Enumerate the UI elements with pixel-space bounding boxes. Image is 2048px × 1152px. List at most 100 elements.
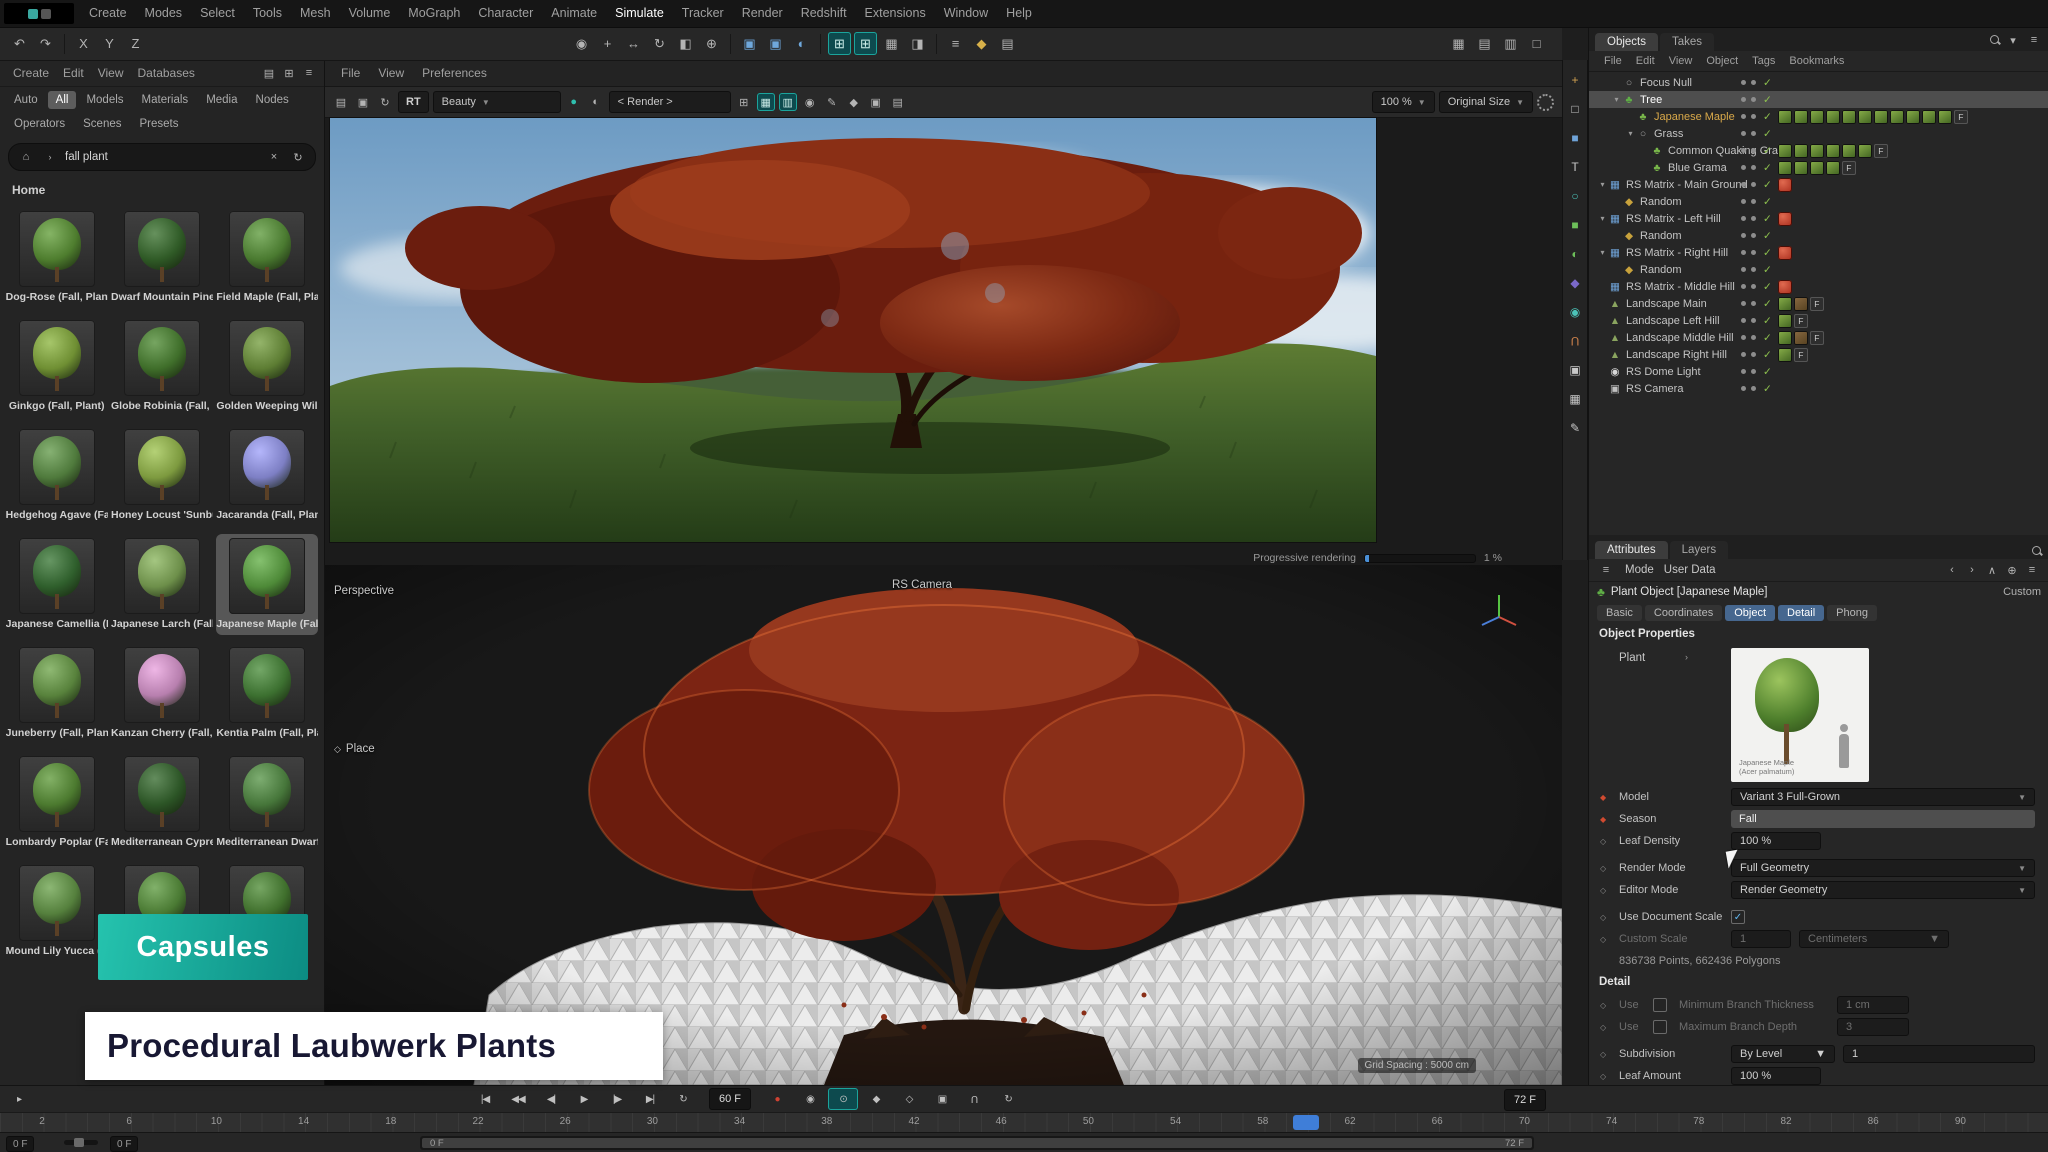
material-swatch[interactable] [1906,110,1920,124]
play-button[interactable]: ▶ [569,1088,599,1110]
redshift-material-swatch[interactable] [1778,246,1792,260]
animation-marker-icon[interactable]: ◇ [1600,935,1606,944]
object-row[interactable]: ▾▦RS Matrix - Left Hill✓ [1589,210,2048,227]
texture-tag-swatch[interactable] [1778,348,1792,362]
object-row[interactable]: ○Focus Null✓ [1589,74,2048,91]
menu-create[interactable]: Create [80,0,136,27]
attr-tab-coordinates[interactable]: Coordinates [1645,605,1722,621]
floor-grid-icon[interactable]: ▦ [1565,389,1585,409]
material-swatch[interactable] [1842,144,1856,158]
expand-toggle-icon[interactable]: ▾ [1597,214,1608,223]
object-row[interactable]: ▾▦RS Matrix - Right Hill✓ [1589,244,2048,261]
grid-toggle-icon[interactable]: ▦ [880,32,903,55]
enabled-check-icon[interactable]: ✓ [1763,298,1772,310]
editor-visibility-dot[interactable] [1741,318,1746,323]
animation-marker-icon[interactable]: ◇ [1600,864,1606,873]
om-menu-file[interactable]: File [1597,51,1629,71]
render-visibility-dot[interactable] [1751,114,1756,119]
clear-search-icon[interactable]: × [265,148,283,166]
move-axis-icon[interactable]: + [1565,70,1585,90]
enabled-check-icon[interactable]: ✓ [1763,315,1772,327]
keyframe-icon[interactable]: ◆ [970,32,993,55]
subdivision-mode-dropdown[interactable]: By Level▼ [1731,1045,1835,1063]
object-row[interactable]: ♣Blue Grama✓F [1589,159,2048,176]
compare-icon[interactable]: ◐ [587,93,605,111]
material-swatch[interactable] [1810,144,1824,158]
render-visibility-dot[interactable] [1751,284,1756,289]
menu-help[interactable]: Help [997,0,1041,27]
object-row[interactable]: ▦RS Matrix - Middle Hill✓ [1589,278,2048,295]
animation-marker-icon[interactable]: ◇ [1600,886,1606,895]
enabled-check-icon[interactable]: ✓ [1763,349,1772,361]
teal-dot-icon[interactable]: ● [565,93,583,111]
asset-item[interactable]: Kanzan Cherry (Fall, Pl... [111,643,213,744]
range-mini-knob[interactable] [74,1138,84,1147]
enabled-check-icon[interactable]: ✓ [1763,281,1772,293]
plant-preview-thumbnail[interactable]: Japanese Maple (Acer palmatum) [1731,648,1869,782]
enabled-check-icon[interactable]: ✓ [1763,332,1772,344]
material-swatch[interactable] [1826,161,1840,175]
animation-marker-icon[interactable]: ◇ [1600,1023,1606,1032]
asset-item[interactable]: Japanese Maple (Fall, ... [216,534,318,635]
animation-marker-icon[interactable]: ◇ [1600,1050,1606,1059]
forward-icon[interactable]: › [1963,561,1981,579]
render-visibility-dot[interactable] [1751,318,1756,323]
layout-model-icon[interactable]: ▥ [1499,32,1522,55]
panel-menu-icon[interactable]: ≡ [2025,31,2043,49]
fields-tag[interactable]: F [1794,348,1808,362]
prev-frame-button[interactable]: ◀| [536,1088,566,1110]
menu-tracker[interactable]: Tracker [673,0,733,27]
editor-visibility-dot[interactable] [1741,131,1746,136]
ab-menu-create[interactable]: Create [6,60,56,86]
fields-tag[interactable]: F [1794,314,1808,328]
asset-item[interactable]: Juneberry (Fall, Plant) [6,643,108,744]
material-swatch[interactable] [1778,144,1792,158]
render-visibility-dot[interactable] [1751,182,1756,187]
asset-item[interactable]: Japanese Larch (Fall,... [111,534,213,635]
menu-animate[interactable]: Animate [542,0,606,27]
menu-mesh[interactable]: Mesh [291,0,340,27]
search-icon[interactable] [1990,35,2001,46]
enabled-check-icon[interactable]: ✓ [1763,179,1772,191]
render-visibility-dot[interactable] [1751,301,1756,306]
asset-item[interactable]: Honey Locust 'Sunbur... [111,425,213,526]
expand-toggle-icon[interactable]: ▾ [1611,95,1622,104]
list-view-icon[interactable]: ▤ [260,64,278,82]
object-row[interactable]: ▲Landscape Right Hill✓F [1589,346,2048,363]
text-tool-icon[interactable]: T [1565,157,1585,177]
asset-item[interactable]: Jacaranda (Fall, Plant) [216,425,318,526]
attr-tab-basic[interactable]: Basic [1597,605,1642,621]
object-row[interactable]: ▲Landscape Left Hill✓F [1589,312,2048,329]
editor-visibility-dot[interactable] [1741,250,1746,255]
grid-view-icon[interactable]: ⊞ [280,64,298,82]
animation-marker-icon[interactable]: ◇ [1600,1001,1606,1010]
tab-objects[interactable]: Objects [1595,33,1658,51]
spline-tool-icon[interactable]: ○ [1565,186,1585,206]
render-visibility-dot[interactable] [1751,369,1756,374]
object-row[interactable]: ◉RS Dome Light✓ [1589,363,2048,380]
asset-item[interactable]: Kentia Palm (Fall, Plant) [216,643,318,744]
render-view-icon[interactable]: ▣ [738,32,761,55]
move-tool-icon[interactable]: + [596,32,619,55]
material-swatch[interactable] [1778,110,1792,124]
material-swatch[interactable] [1778,161,1792,175]
redshift-material-swatch[interactable] [1778,212,1792,226]
cube-primitive-icon[interactable]: ■ [1565,128,1585,148]
range-end-field[interactable]: 0 F [110,1136,138,1152]
plant-expand-icon[interactable]: › [1685,652,1688,662]
axis-y-toggle[interactable]: Y [98,32,121,55]
custom-scale-field[interactable]: 1 [1731,930,1791,948]
attr-tab-phong[interactable]: Phong [1827,605,1877,621]
render-nav-field[interactable]: < Render > [609,91,731,113]
animation-marker-icon[interactable]: ◇ [1600,913,1606,922]
editor-visibility-dot[interactable] [1741,369,1746,374]
enabled-check-icon[interactable]: ✓ [1763,213,1772,225]
editor-visibility-dot[interactable] [1741,165,1746,170]
axis-x-toggle[interactable]: X [72,32,95,55]
record-button[interactable]: ● [762,1088,792,1110]
menu-select[interactable]: Select [191,0,244,27]
playhead-marker[interactable] [1293,1115,1319,1130]
layout-standard-icon[interactable]: ▦ [1447,32,1470,55]
aov-icon[interactable]: ◉ [801,93,819,111]
menu-character[interactable]: Character [469,0,542,27]
